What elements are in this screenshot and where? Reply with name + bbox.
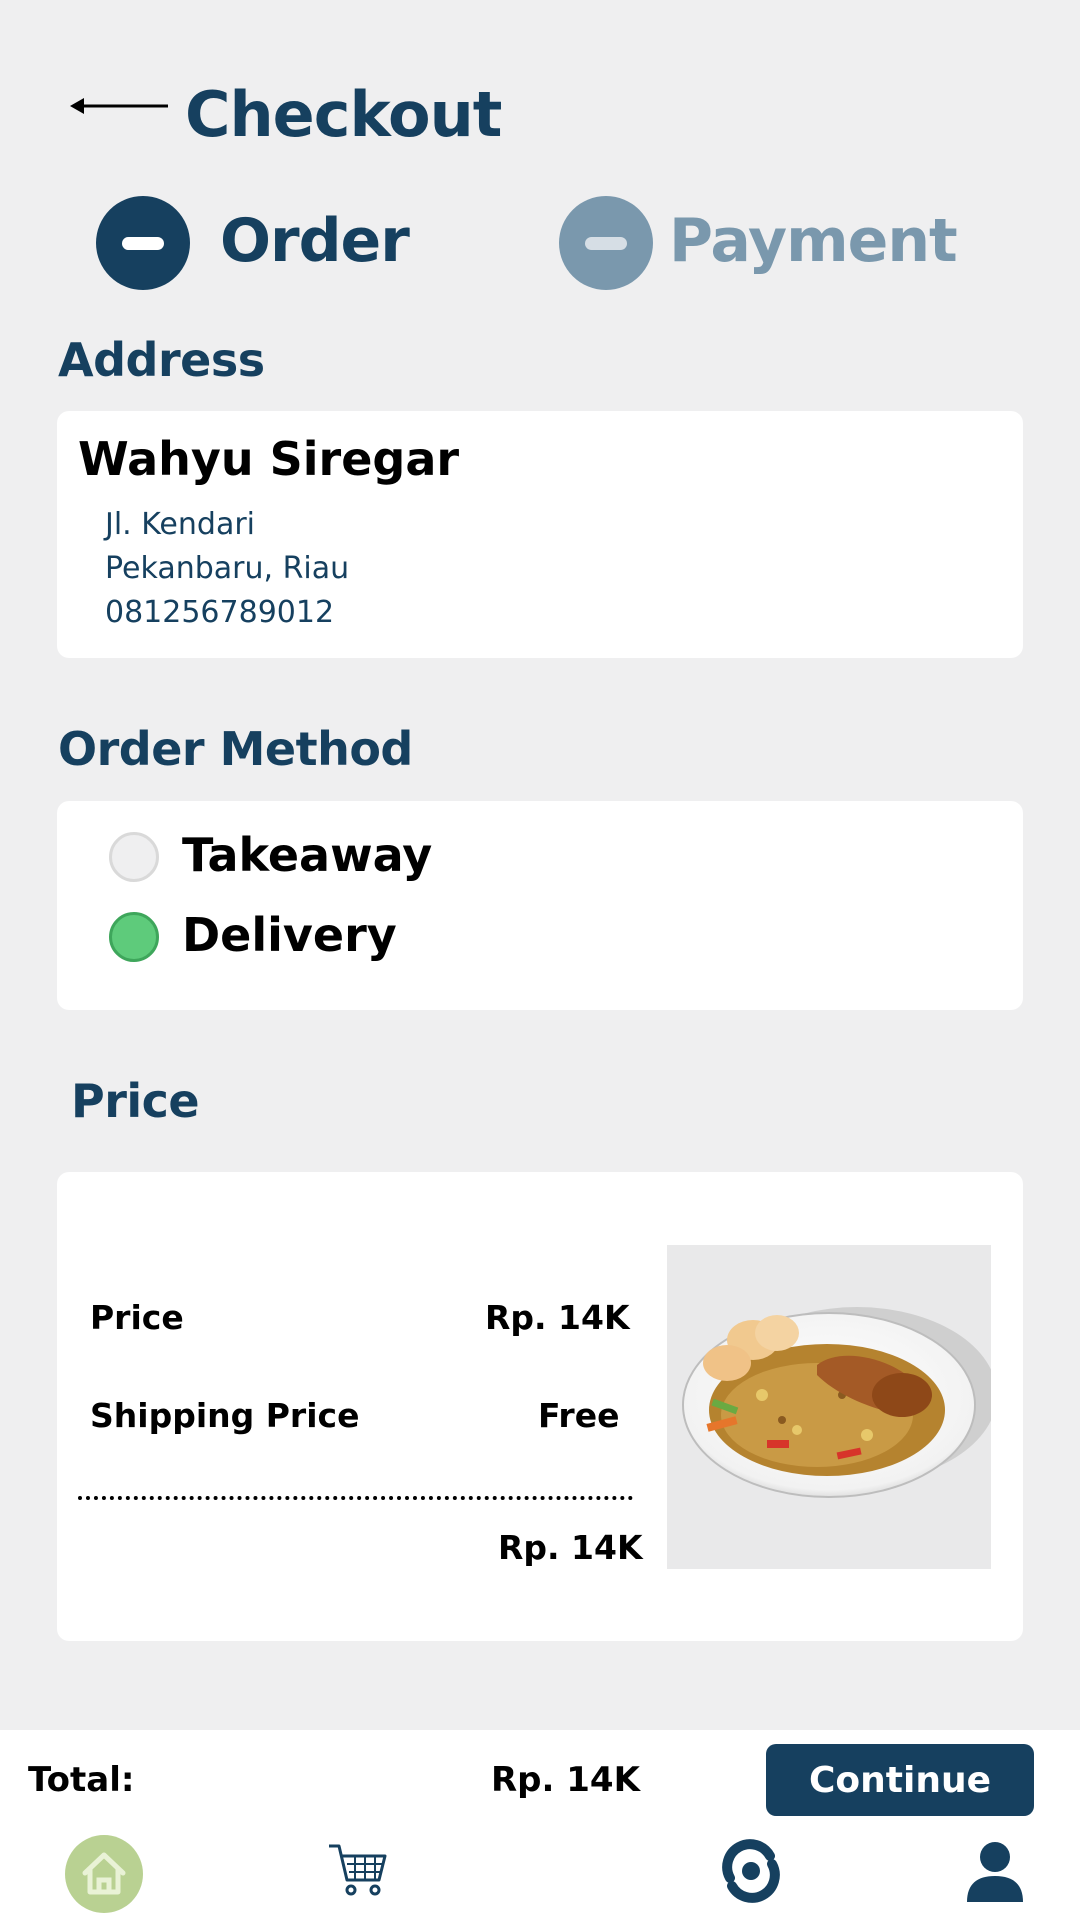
step-payment-indicator <box>559 196 653 290</box>
price-heading: Price <box>71 1074 200 1128</box>
price-row-value: Rp. 14K <box>485 1298 630 1337</box>
option-delivery-label[interactable]: Delivery <box>182 908 397 962</box>
nav-home[interactable] <box>65 1835 143 1913</box>
shipping-row-label: Shipping Price <box>90 1396 360 1435</box>
back-arrow-icon[interactable] <box>70 88 170 124</box>
total-label: Total: <box>28 1760 135 1800</box>
step-order-label[interactable]: Order <box>220 206 410 276</box>
address-name: Wahyu Siregar <box>78 432 460 486</box>
nav-profile[interactable] <box>965 1840 1025 1904</box>
home-icon <box>82 1852 126 1895</box>
price-total-value: Rp. 14K <box>498 1528 643 1567</box>
option-takeaway-label[interactable]: Takeaway <box>182 828 432 882</box>
continue-button[interactable]: Continue <box>766 1744 1034 1816</box>
step-order-indicator <box>96 196 190 290</box>
page-title: Checkout <box>185 78 502 151</box>
address-phone: 081256789012 <box>105 595 335 630</box>
nav-orders[interactable] <box>718 1838 784 1904</box>
radio-delivery[interactable] <box>109 912 159 962</box>
step-payment-label[interactable]: Payment <box>669 206 958 276</box>
address-city: Pekanbaru, Riau <box>105 551 350 586</box>
address-heading: Address <box>58 333 265 387</box>
cart-icon <box>329 1844 387 1896</box>
order-method-heading: Order Method <box>58 722 413 776</box>
price-divider <box>78 1496 633 1500</box>
total-value: Rp. 14K <box>491 1760 640 1800</box>
radio-takeaway[interactable] <box>109 832 159 882</box>
orders-icon <box>722 1839 780 1903</box>
food-image <box>667 1245 991 1569</box>
address-street: Jl. Kendari <box>105 507 255 542</box>
profile-icon <box>967 1842 1023 1902</box>
nav-cart[interactable] <box>325 1838 389 1902</box>
price-row-label: Price <box>90 1298 184 1337</box>
shipping-row-value: Free <box>538 1396 620 1435</box>
